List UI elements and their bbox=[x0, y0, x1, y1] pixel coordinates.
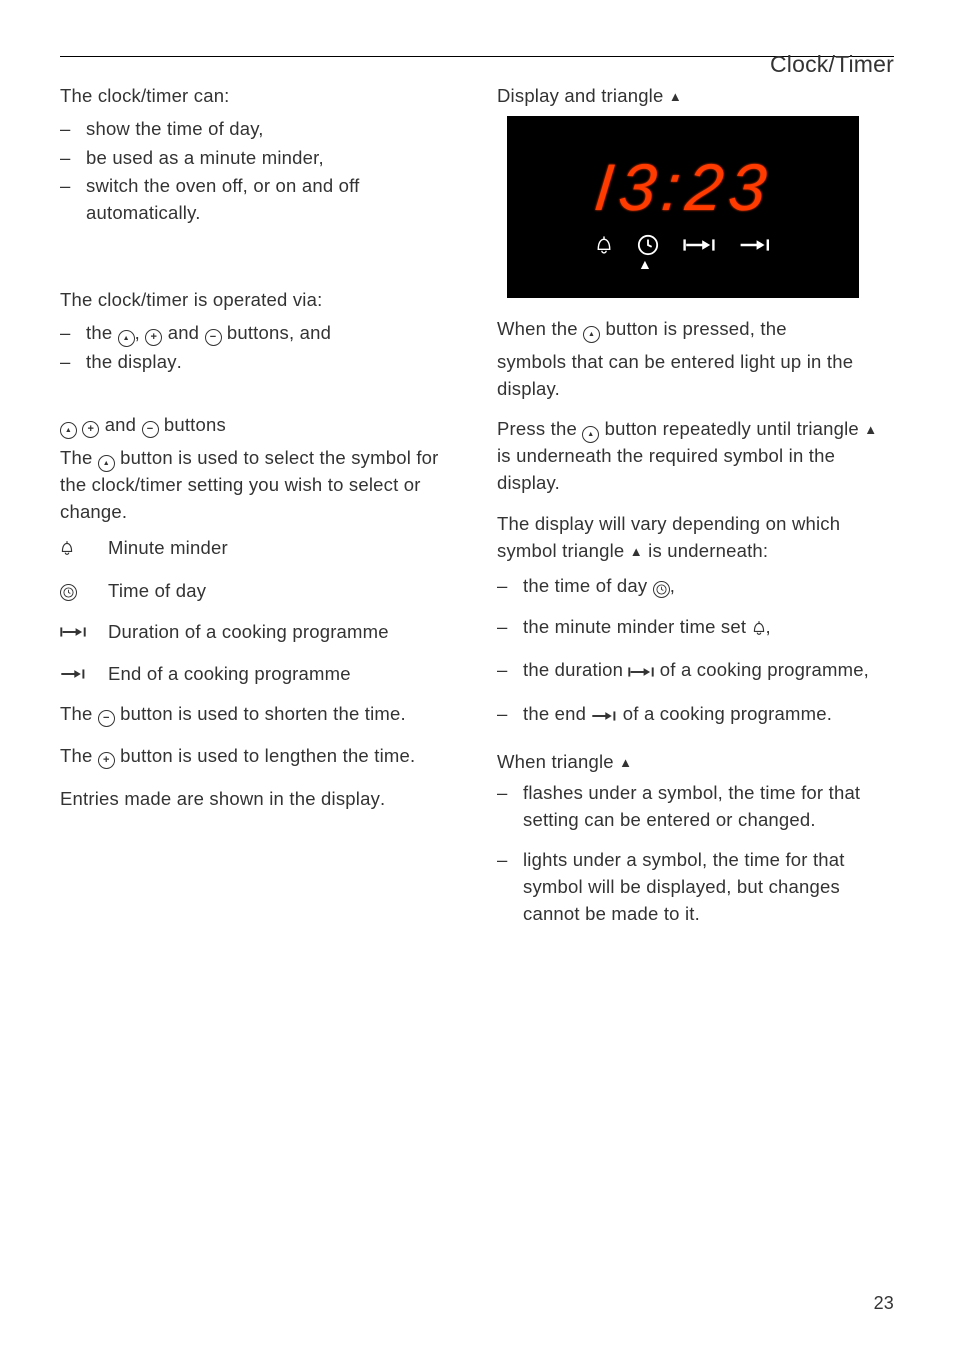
duration-icon bbox=[683, 237, 715, 253]
right-column: Display and triangle ▲ I3:23 ▲ When the … bbox=[497, 83, 894, 930]
buttons-heading: and buttons bbox=[60, 412, 457, 439]
symbol-row: Duration of a cooking programme bbox=[60, 619, 457, 647]
minus-icon bbox=[205, 329, 222, 346]
symbol-label: Time of day bbox=[108, 578, 206, 605]
when-heading: When triangle ▲ bbox=[497, 749, 894, 776]
symbols-that: symbols that can be entered light up in … bbox=[497, 349, 894, 403]
triangle-icon: ▲ bbox=[669, 89, 682, 104]
duration-icon bbox=[60, 620, 86, 647]
clock-icon bbox=[60, 584, 77, 601]
dash: – bbox=[497, 701, 513, 731]
dash: – bbox=[497, 657, 513, 687]
duration-icon bbox=[628, 660, 654, 687]
up-icon bbox=[582, 426, 599, 443]
symbol-label: Minute minder bbox=[108, 535, 228, 564]
dash: – bbox=[60, 173, 76, 227]
symbol-label: End of a cooking programme bbox=[108, 661, 351, 689]
operated-item: – the display. bbox=[60, 349, 457, 376]
minus-desc: The button is used to shorten the time. bbox=[60, 701, 457, 728]
bell-icon bbox=[60, 537, 74, 564]
press-repeat: Press the button repeatedly until triang… bbox=[497, 416, 894, 497]
vary-text: The display will vary depending on which… bbox=[497, 511, 894, 565]
symbol-label: Duration of a cooking programme bbox=[108, 619, 389, 647]
display-icon-row bbox=[595, 234, 771, 256]
dash: – bbox=[60, 145, 76, 172]
symbol-row: Time of day bbox=[60, 578, 457, 605]
columns: The clock/timer can: –show the time of d… bbox=[60, 83, 894, 930]
bell-icon bbox=[752, 617, 766, 644]
operated-item: – the , and buttons, and bbox=[60, 320, 457, 347]
operated-intro: The clock/timer is operated via: bbox=[60, 287, 457, 314]
triangle-icon: ▲ bbox=[864, 422, 877, 437]
when-item: – lights under a symbol, the time for th… bbox=[497, 847, 894, 927]
dash: – bbox=[60, 116, 76, 143]
operated-text: the , and buttons, and bbox=[86, 320, 331, 347]
page-header-title: Clock/Timer bbox=[770, 48, 894, 81]
dash: – bbox=[497, 573, 513, 600]
plus-icon bbox=[82, 421, 99, 438]
display-pointer: ▲ bbox=[638, 254, 652, 274]
vary-item: – the duration of a cooking programme, bbox=[497, 657, 894, 687]
clock-icon bbox=[653, 581, 670, 598]
display-heading: Display and triangle ▲ bbox=[497, 83, 894, 110]
symbol-row: End of a cooking programme bbox=[60, 661, 457, 689]
up-button-desc: The button is used to select the symbol … bbox=[60, 445, 457, 526]
up-icon bbox=[118, 330, 135, 347]
triangle-icon: ▲ bbox=[619, 755, 632, 770]
triangle-icon: ▲ bbox=[630, 544, 643, 559]
symbol-row: Minute minder bbox=[60, 535, 457, 564]
pressed-text: When the button is pressed, the bbox=[497, 316, 894, 343]
vary-item: – the end of a cooking programme. bbox=[497, 701, 894, 731]
intro-text: The clock/timer can: bbox=[60, 83, 457, 110]
up-icon bbox=[98, 455, 115, 472]
dash: – bbox=[497, 847, 513, 927]
plus-desc: The button is used to lengthen the time. bbox=[60, 743, 457, 770]
minus-icon bbox=[98, 710, 115, 727]
plus-icon bbox=[98, 752, 115, 769]
dash: – bbox=[497, 780, 513, 834]
up-icon bbox=[583, 326, 600, 343]
end-icon bbox=[60, 662, 86, 689]
left-column: The clock/timer can: –show the time of d… bbox=[60, 83, 457, 930]
vary-item: – the minute minder time set , bbox=[497, 614, 894, 644]
entries-desc: Entries made are shown in the display. bbox=[60, 786, 457, 813]
display-time: I3:23 bbox=[590, 140, 777, 236]
can-item: show the time of day, bbox=[86, 116, 264, 143]
end-icon bbox=[591, 704, 617, 731]
up-icon bbox=[60, 422, 77, 439]
page: Clock/Timer The clock/timer can: –show t… bbox=[0, 0, 954, 930]
operated-text: the display. bbox=[86, 349, 182, 376]
plus-icon bbox=[145, 329, 162, 346]
can-item: be used as a minute minder, bbox=[86, 145, 324, 172]
bell-icon bbox=[595, 235, 613, 255]
dash: – bbox=[60, 349, 76, 376]
dash: – bbox=[60, 320, 76, 347]
header-rule bbox=[60, 56, 894, 57]
dash: – bbox=[497, 614, 513, 644]
vary-item: – the time of day , bbox=[497, 573, 894, 600]
end-icon bbox=[739, 237, 771, 253]
display-panel: I3:23 ▲ bbox=[507, 116, 859, 298]
minus-icon bbox=[142, 421, 159, 438]
can-item: switch the oven off, or on and off autom… bbox=[86, 173, 457, 227]
page-number: 23 bbox=[874, 1290, 894, 1316]
when-item: – flashes under a symbol, the time for t… bbox=[497, 780, 894, 834]
clock-icon bbox=[637, 234, 659, 256]
